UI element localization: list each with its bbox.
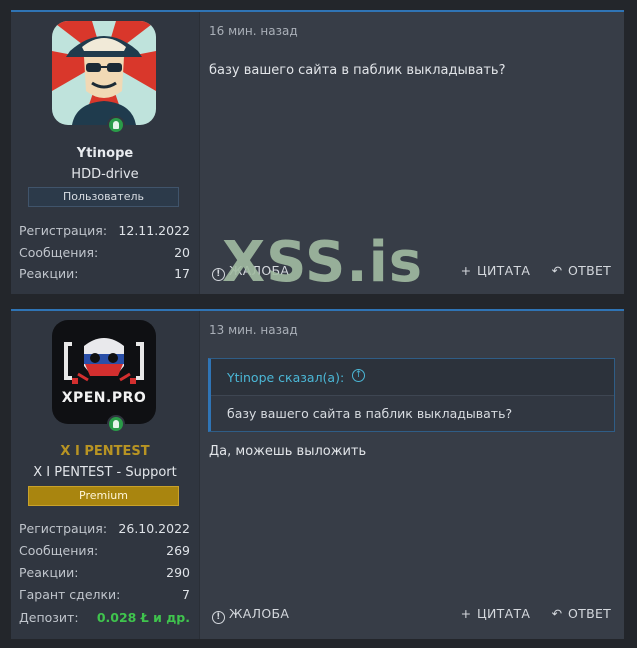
quote-author[interactable]: Ytinope сказал(а): [227,370,344,385]
stat-value[interactable]: 269 [166,543,190,558]
stat-value: 7 [182,587,190,602]
reply-button[interactable]: ↶ ОТВЕТ [549,606,611,621]
stat-registration: Регистрация: 26.10.2022 [19,521,190,539]
plus-icon: + [460,606,472,621]
quote-label: ЦИТАТА [477,606,531,621]
quote-header[interactable]: Ytinope сказал(а): ↑ [211,359,614,396]
stat-label: Сообщения: [19,245,99,260]
username[interactable]: Ytinope [11,146,199,161]
user-title: X I PENTEST - Support [33,465,177,480]
user-panel-1: Ytinope HDD-drive Пользователь Регистрац… [11,12,200,294]
stat-label: Реакции: [19,266,79,281]
watermark: XSS.is [222,230,424,295]
stat-guarantee: Гарант сделки: 7 [19,587,190,605]
quote-button[interactable]: + ЦИТАТА [458,263,530,278]
stat-label: Реакции: [19,565,79,580]
quote-label: ЦИТАТА [477,263,531,278]
stat-reactions: Реакции: 17 [19,266,190,284]
reply-icon: ↶ [551,606,563,621]
post-2: XPEN.PRO X I PENTEST X I PENTEST - Suppo… [11,309,624,639]
post-text: Да, можешь выложить [209,444,367,459]
stat-messages: Сообщения: 269 [19,543,190,561]
stat-label: Гарант сделки: [19,587,121,602]
stat-value[interactable]: 20 [174,245,190,260]
reply-icon: ↶ [551,263,563,278]
quote-button[interactable]: + ЦИТАТА [458,606,530,621]
user-panel-2: XPEN.PRO X I PENTEST X I PENTEST - Suppo… [11,311,200,639]
username[interactable]: X I PENTEST [11,444,199,459]
quote-block: Ytinope сказал(а): ↑ базу вашего сайта в… [208,358,615,432]
report-label: ЖАЛОБА [229,606,290,621]
stat-deposit: Депозит: 0.028 Ł и др. [19,610,190,628]
stat-value: 17 [174,266,190,281]
avatar[interactable] [52,21,156,125]
reply-button[interactable]: ↶ ОТВЕТ [549,263,611,278]
user-title: HDD-drive [71,167,139,182]
stat-label: Регистрация: [19,521,108,536]
avatar-logo-text: XPEN.PRO [61,390,147,406]
report-icon: ! [212,611,225,624]
report-button[interactable]: ! ЖАЛОБА [212,606,289,624]
stat-label: Регистрация: [19,223,108,238]
stat-registration: Регистрация: 12.11.2022 [19,223,190,241]
stat-label: Сообщения: [19,543,99,558]
reply-label: ОТВЕТ [568,263,612,278]
arrow-up-circle-icon[interactable]: ↑ [352,369,365,382]
stat-value: 290 [166,565,190,580]
plus-icon: + [460,263,472,278]
user-banner: Пользователь [28,187,179,207]
user-banner: Premium [28,486,179,506]
stat-messages: Сообщения: 20 [19,245,190,263]
reply-label: ОТВЕТ [568,606,612,621]
stat-value: 12.11.2022 [118,223,190,238]
post-text: базу вашего сайта в паблик выкладывать? [209,63,506,78]
online-status-icon [107,415,125,433]
avatar[interactable]: XPEN.PRO [52,320,156,424]
post-date[interactable]: 13 мин. назад [209,323,298,337]
stat-value: 26.10.2022 [118,521,190,536]
post-body-2: 13 мин. назад Ytinope сказал(а): ↑ базу … [200,311,624,639]
online-status-icon [107,116,125,134]
stat-label: Депозит: [19,610,79,625]
stat-reactions: Реакции: 290 [19,565,190,583]
quote-text: базу вашего сайта в паблик выкладывать? [227,406,513,421]
stat-value[interactable]: 0.028 Ł и др. [97,610,190,625]
post-date[interactable]: 16 мин. назад [209,24,298,38]
